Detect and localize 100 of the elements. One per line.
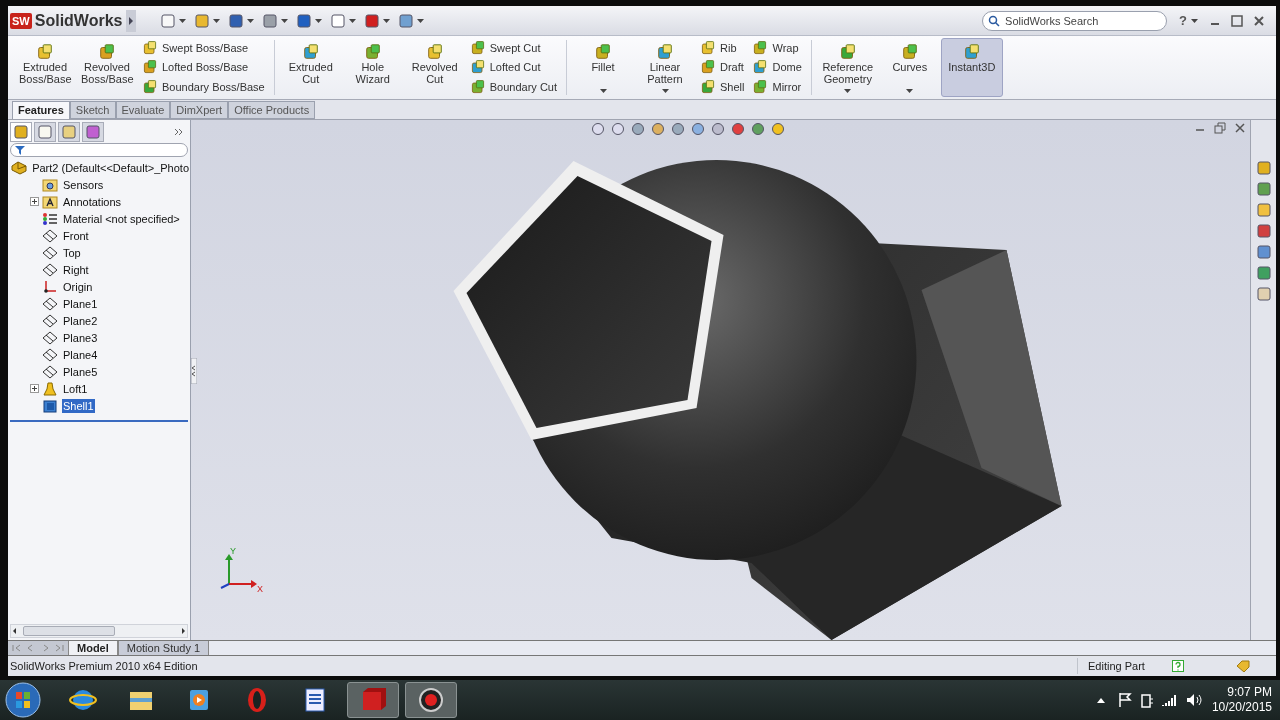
command-button[interactable]: Lofted Boss/Base (162, 59, 249, 76)
feature-icon (900, 43, 919, 61)
plane-icon (42, 262, 58, 277)
maximize-icon[interactable] (1230, 13, 1244, 28)
expand-toggle[interactable] (30, 197, 39, 206)
tree-item[interactable]: Sensors (62, 177, 105, 192)
plane-icon (42, 330, 58, 345)
power-icon[interactable] (1139, 692, 1154, 708)
plane-icon (42, 364, 58, 379)
flag-icon[interactable] (1117, 692, 1132, 708)
feature-icon (142, 59, 158, 76)
tree-item[interactable]: Annotations (62, 194, 123, 209)
tree-item[interactable]: Plane1 (62, 296, 99, 311)
expand-menu-icon[interactable] (126, 9, 137, 32)
command-button[interactable]: Swept Boss/Base (162, 39, 249, 57)
taskbar-button[interactable] (405, 682, 457, 718)
command-button[interactable]: Shell (720, 78, 745, 96)
command-button[interactable]: Lofted Cut (489, 59, 541, 76)
command-button[interactable]: Dome (772, 59, 802, 76)
expand-toggle[interactable] (30, 384, 39, 393)
plane-icon (42, 296, 58, 311)
search-field[interactable]: SolidWorks Search (982, 10, 1168, 31)
plane-icon (42, 313, 58, 328)
scroll-left-icon[interactable] (11, 627, 19, 635)
start-button[interactable] (4, 681, 42, 719)
command-button[interactable]: Fillet (572, 38, 634, 97)
tree-item[interactable]: Front (62, 228, 90, 243)
feature-icon (425, 43, 444, 61)
tree-item[interactable]: Origin (62, 279, 94, 294)
tab[interactable]: Motion Study 1 (117, 641, 210, 655)
tag-icon[interactable] (1236, 660, 1250, 672)
tab[interactable]: Features (12, 101, 70, 119)
command-button[interactable]: Hole Wizard (341, 38, 404, 97)
close-icon[interactable] (1234, 122, 1246, 134)
close-icon[interactable] (1252, 13, 1266, 28)
feature-icon (469, 79, 486, 96)
tab[interactable]: Sketch (69, 101, 116, 119)
command-button[interactable]: Instant3D (940, 38, 1003, 97)
filter-field[interactable] (10, 143, 188, 157)
command-button[interactable]: Swept Cut (489, 39, 541, 57)
tree-item[interactable]: Shell1 (62, 398, 95, 413)
feature-icon (301, 43, 320, 61)
caret-icon (179, 18, 187, 23)
clock-date: 10/20/2015 (1211, 700, 1272, 715)
command-button[interactable]: Rib (720, 39, 737, 57)
tab[interactable]: Model (68, 641, 118, 655)
help-button[interactable]: ? (1179, 10, 1187, 31)
horizontal-scrollbar[interactable] (10, 624, 188, 638)
feature-icon (700, 39, 716, 56)
tree-item[interactable]: Top (62, 245, 82, 260)
tree-item[interactable]: Plane5 (62, 364, 99, 379)
signal-icon[interactable] (1161, 693, 1178, 707)
caret-icon (906, 89, 914, 93)
command-button[interactable]: Revolved Boss/Base (76, 38, 138, 97)
caret-icon (349, 18, 357, 23)
tab[interactable]: DimXpert (170, 101, 229, 119)
caret-icon (315, 18, 323, 23)
tree-item[interactable]: Material <not specified> (62, 211, 181, 226)
command-button[interactable]: Wrap (772, 39, 799, 57)
plane-icon (42, 245, 58, 260)
help-icon[interactable] (1172, 660, 1184, 672)
command-button[interactable]: Extruded Boss/Base (14, 38, 76, 97)
chevron-icon[interactable] (174, 127, 184, 137)
caret-icon (599, 89, 607, 93)
command-button[interactable]: Mirror (772, 78, 802, 96)
feature-icon (98, 43, 116, 61)
command-button[interactable]: Reference Geometry (816, 38, 879, 97)
feature-icon (594, 43, 612, 61)
tree-item[interactable]: Plane2 (62, 313, 99, 328)
command-button[interactable]: Extruded Cut (279, 38, 342, 97)
axis-label: Y (230, 546, 236, 556)
tab[interactable]: Evaluate (115, 101, 171, 119)
tree-item[interactable]: Plane3 (62, 330, 99, 345)
cube-icon (42, 398, 58, 413)
feature-icon (469, 59, 486, 76)
tab[interactable]: Office Products (228, 101, 316, 119)
scroll-right-icon[interactable] (179, 627, 187, 635)
command-button[interactable]: Draft (720, 59, 744, 76)
feature-icon (962, 43, 981, 61)
command-button[interactable]: Boundary Cut (489, 78, 557, 96)
command-button[interactable]: Curves (878, 38, 941, 97)
command-button[interactable]: Linear Pattern (634, 38, 696, 97)
material-icon (42, 211, 58, 226)
command-button[interactable]: Boundary Boss/Base (162, 78, 265, 96)
origin-icon (42, 279, 58, 294)
tree-item[interactable]: Loft1 (62, 381, 89, 396)
clock-time: 9:07 PM (1227, 685, 1272, 700)
feature-icon (752, 79, 769, 96)
tree-item[interactable]: Part2 (Default<<Default>_Photo (31, 160, 190, 175)
command-button[interactable]: Revolved Cut (403, 38, 466, 97)
tray-expand-icon[interactable] (1095, 696, 1106, 704)
restore-icon[interactable] (1214, 122, 1226, 134)
volume-icon[interactable] (1185, 693, 1202, 707)
feature-icon (36, 43, 54, 61)
feature-icon (656, 43, 674, 61)
tree-item[interactable]: Plane4 (62, 347, 99, 362)
tree-item[interactable]: Right (62, 262, 90, 277)
panel-collapse-handle[interactable] (191, 358, 197, 384)
feature-icon (752, 59, 769, 76)
caret-icon (1191, 18, 1198, 23)
